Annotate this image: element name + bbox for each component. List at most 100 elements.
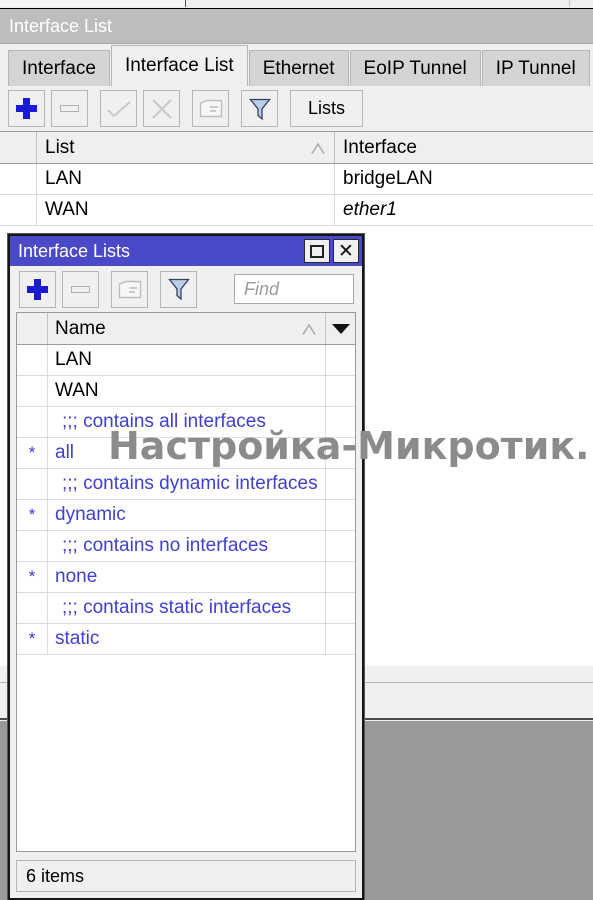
interface-lists-table: Name LAN WAN ;;; contains all interfaces… [16, 312, 356, 852]
list-item-comment[interactable]: ;;; contains all interfaces [17, 407, 355, 438]
minus-icon [60, 105, 79, 112]
row-name: WAN [48, 376, 326, 406]
list-item[interactable]: * all [17, 438, 355, 469]
filter-button[interactable] [160, 270, 197, 308]
row-tail [326, 624, 355, 654]
flag-column-header [0, 132, 37, 163]
find-input[interactable]: Find [234, 274, 354, 304]
table-header-row: List Interface [0, 132, 593, 164]
row-name: none [48, 562, 326, 592]
comment-icon [118, 280, 141, 298]
row-tail [326, 469, 355, 499]
sort-ascending-icon [302, 323, 316, 334]
close-button[interactable]: ✕ [333, 239, 359, 263]
comment-button[interactable] [192, 90, 229, 127]
table-row[interactable]: WAN ether1 [0, 195, 593, 226]
row-flag: * [17, 438, 48, 468]
column-chooser-button[interactable] [326, 313, 355, 344]
list-item[interactable]: LAN [17, 345, 355, 376]
lists-button[interactable]: Lists [290, 90, 363, 127]
row-name: dynamic [48, 500, 326, 530]
filter-button[interactable] [241, 90, 278, 127]
row-flag [17, 469, 48, 499]
flag-column-header [17, 313, 48, 344]
list-item-comment[interactable]: ;;; contains dynamic interfaces [17, 469, 355, 500]
window-title: Interface List [0, 9, 593, 44]
background-cell [186, 0, 570, 7]
row-name: all [48, 438, 326, 468]
row-list: LAN [37, 164, 335, 194]
plus-icon [27, 278, 48, 300]
row-name: static [48, 624, 326, 654]
enable-button[interactable] [100, 90, 137, 127]
list-item-comment[interactable]: ;;; contains static interfaces [17, 593, 355, 624]
restore-button[interactable] [304, 239, 330, 263]
tab-interface-list[interactable]: Interface List [110, 45, 248, 86]
restore-icon [310, 244, 324, 258]
close-icon: ✕ [338, 240, 354, 262]
row-flag [17, 376, 48, 406]
list-item[interactable]: WAN [17, 376, 355, 407]
row-name: ;;; contains no interfaces [48, 531, 326, 561]
row-flag [17, 345, 48, 375]
row-tail [326, 500, 355, 530]
column-header-list-label: List [45, 136, 75, 158]
row-tail [326, 438, 355, 468]
row-flag [17, 593, 48, 623]
row-flag [0, 164, 37, 194]
list-item[interactable]: * static [17, 624, 355, 655]
remove-button[interactable] [51, 90, 88, 127]
row-interface: bridgeLAN [343, 168, 433, 189]
sort-ascending-icon [311, 142, 325, 153]
interface-lists-dialog: Interface Lists ✕ Find Name LAN WAN ;;; … [8, 234, 364, 900]
row-name: ;;; contains dynamic interfaces [48, 469, 326, 499]
disable-button[interactable] [143, 90, 180, 127]
add-button[interactable] [8, 90, 45, 127]
row-tail [326, 407, 355, 437]
row-flag: * [17, 562, 48, 592]
table-row[interactable]: LAN bridgeLAN [0, 164, 593, 195]
tab-ip-tunnel[interactable]: IP Tunnel [481, 50, 590, 86]
row-flag: * [17, 500, 48, 530]
row-tail [326, 376, 355, 406]
row-flag: * [17, 624, 48, 654]
row-list: WAN [37, 195, 335, 225]
main-toolbar: Lists [0, 85, 593, 131]
comment-icon [199, 99, 222, 118]
comment-button[interactable] [111, 270, 148, 308]
plus-icon [16, 98, 37, 119]
minus-icon [71, 285, 90, 293]
list-item-comment[interactable]: ;;; contains no interfaces [17, 531, 355, 562]
add-button[interactable] [19, 270, 56, 308]
row-tail [326, 345, 355, 375]
list-item[interactable]: * none [17, 562, 355, 593]
remove-button[interactable] [62, 270, 99, 308]
filter-icon [167, 278, 190, 301]
tab-ethernet[interactable]: Ethernet [248, 50, 349, 86]
table-empty-area [17, 655, 355, 851]
tab-bar: Interface Interface List Ethernet EoIP T… [0, 44, 593, 86]
dialog-title: Interface Lists [18, 240, 131, 261]
column-header-list[interactable]: List [37, 132, 335, 163]
column-header-name-label: Name [55, 317, 106, 339]
row-name: ;;; contains static interfaces [48, 593, 326, 623]
dialog-status-bar: 6 items [16, 860, 356, 892]
tab-eoip-tunnel[interactable]: EoIP Tunnel [349, 50, 481, 86]
row-flag [17, 407, 48, 437]
row-name: ;;; contains all interfaces [48, 407, 326, 437]
background-cell [570, 0, 593, 7]
row-interface: ether1 [343, 199, 397, 220]
tab-interface[interactable]: Interface [8, 50, 110, 86]
background-window-strip [0, 0, 593, 9]
row-flag [0, 195, 37, 225]
row-tail [326, 593, 355, 623]
cross-icon [151, 98, 172, 119]
row-flag [17, 531, 48, 561]
dialog-title-bar[interactable]: Interface Lists ✕ [10, 236, 362, 266]
dialog-toolbar: Find [10, 266, 362, 312]
filter-icon [248, 98, 271, 120]
list-item[interactable]: * dynamic [17, 500, 355, 531]
row-name: LAN [48, 345, 326, 375]
column-header-name[interactable]: Name [48, 313, 326, 344]
column-header-interface[interactable]: Interface [335, 132, 593, 163]
